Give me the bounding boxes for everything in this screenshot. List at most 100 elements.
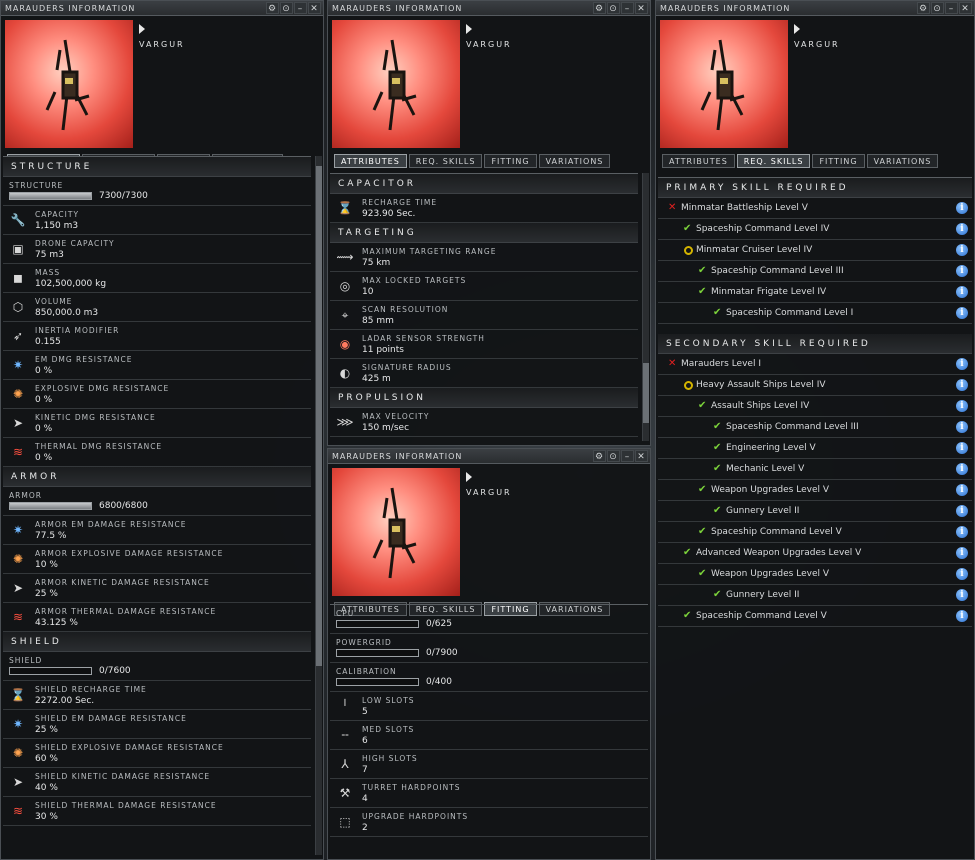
missing-skill-icon: ✕ [668,202,677,213]
info-window-attributes[interactable]: MARAUDERS INFORMATION ⚙⊙–✕ VARGURATTRIBUTE… [0,0,324,860]
attribute-value: 0 % [35,395,53,405]
info-icon[interactable]: i [956,484,968,496]
info-icon[interactable]: i [956,442,968,454]
skill-row[interactable]: ✔ Engineering Level V i [658,438,972,459]
info-icon[interactable]: i [956,307,968,319]
info-icon[interactable]: i [956,223,968,235]
skill-row[interactable]: ✔ Spaceship Command Level III i [658,261,972,282]
window-titlebar[interactable]: MARAUDERS INFORMATION ⚙ ⊙ – ✕ [656,1,974,16]
info-icon[interactable]: i [956,265,968,277]
minimize-icon[interactable]: – [945,2,958,14]
info-icon[interactable]: i [956,202,968,214]
attribute-row: ⚒ TURRET HARDPOINTS 4 [330,779,648,808]
explosive-resist-icon: ✺ [12,746,24,760]
fitting-list[interactable]: CPU 0/625 POWERGRID 0/7900 CALIBRATION 0/400 ╵… [330,604,648,857]
settings-icon[interactable]: ⚙ [593,2,606,14]
skill-row[interactable]: ✔ Weapon Upgrades Level V i [658,480,972,501]
tab-variations[interactable]: VARIATIONS [538,154,611,168]
minimize-icon[interactable]: – [621,450,634,462]
info-icon[interactable]: i [956,400,968,412]
info-icon[interactable]: i [956,547,968,559]
attribute-value: 11 points [362,345,404,355]
attribute-row: ◐ SIGNATURE RADIUS 425 m [330,359,638,388]
skill-row[interactable]: ✔ Spaceship Command Level V i [658,606,972,627]
info-icon[interactable]: i [956,568,968,580]
attribute-value: 2 [362,823,368,833]
tab-fitting[interactable]: FITTING [812,154,865,168]
show-info-arrow-icon[interactable] [139,24,145,34]
tab-req-skills[interactable]: REQ. SKILLS [736,154,811,168]
skill-row[interactable]: Minmatar Cruiser Level IV i [658,240,972,261]
skill-row[interactable]: ✔ Gunnery Level II i [658,501,972,522]
skill-row[interactable]: Heavy Assault Ships Level IV i [658,375,972,396]
tab-fitting[interactable]: FITTING [484,154,537,168]
info-icon[interactable]: i [956,358,968,370]
attribute-label: SCAN RESOLUTION [362,305,449,314]
minimize-icon[interactable]: – [294,2,307,14]
scroll-thumb[interactable] [316,166,322,666]
close-icon[interactable]: ✕ [635,450,648,462]
attribute-label: ARMOR KINETIC DAMAGE RESISTANCE [35,578,210,587]
skill-row[interactable]: ✕ Minmatar Battleship Level V i [658,198,972,219]
info-icon[interactable]: i [956,589,968,601]
skill-row[interactable]: ✔ Gunnery Level II i [658,585,972,606]
skill-row[interactable]: ✕ Marauders Level I i [658,354,972,375]
attributes-list[interactable]: CAPACITOR ⌛ RECHARGE TIME 923.90 Sec. TARGET… [330,173,638,443]
pin-icon[interactable]: ⊙ [607,2,620,14]
attribute-label: INERTIA MODIFIER [35,326,120,335]
skill-name: Spaceship Command Level V [696,611,827,621]
tab-req-skills[interactable]: REQ. SKILLS [408,154,483,168]
skill-row[interactable]: ✔ Assault Ships Level IV i [658,396,972,417]
skill-row[interactable]: ✔ Spaceship Command Level IV i [658,219,972,240]
settings-icon[interactable]: ⚙ [917,2,930,14]
skills-list[interactable]: PRIMARY SKILL REQUIRED ✕ Minmatar Battlesh… [658,177,972,857]
skill-row[interactable]: ✔ Minmatar Frigate Level IV i [658,282,972,303]
attribute-row: ✷ EM DMG RESISTANCE 0 % [3,351,311,380]
progress-bar [336,649,419,657]
info-icon[interactable]: i [956,379,968,391]
info-icon[interactable]: i [956,610,968,622]
info-icon[interactable]: i [956,244,968,256]
pin-icon[interactable]: ⊙ [607,450,620,462]
skill-row[interactable]: ✔ Weapon Upgrades Level V i [658,564,972,585]
pin-icon[interactable]: ⊙ [280,2,293,14]
minimize-icon[interactable]: – [621,2,634,14]
close-icon[interactable]: ✕ [635,2,648,14]
bar-value: 0/625 [426,619,452,629]
info-window-fitting[interactable]: MARAUDERS INFORMATION ⚙ ⊙ – ✕ VARGUR ATTRIBUTE… [327,448,651,860]
hourglass-icon: ⌛ [337,201,353,215]
info-window-skills[interactable]: MARAUDERS INFORMATION ⚙ ⊙ – ✕ VARGUR ATTRIBUTE… [655,0,975,860]
tab-attributes[interactable]: ATTRIBUTES [334,154,407,168]
pin-icon[interactable]: ⊙ [931,2,944,14]
attribute-value: 85 mm [362,316,394,326]
settings-icon[interactable]: ⚙ [266,2,279,14]
skill-row[interactable]: ✔ Spaceship Command Level V i [658,522,972,543]
window-titlebar[interactable]: MARAUDERS INFORMATION ⚙ ⊙ – ✕ [328,1,650,16]
show-info-arrow-icon[interactable] [466,472,472,482]
tab-attributes[interactable]: ATTRIBUTES [662,154,735,168]
close-icon[interactable]: ✕ [308,2,321,14]
tab-variations[interactable]: VARIATIONS [866,154,939,168]
window-titlebar[interactable]: MARAUDERS INFORMATION ⚙ ⊙ – ✕ [1,1,323,16]
window-titlebar[interactable]: MARAUDERS INFORMATION ⚙ ⊙ – ✕ [328,449,650,464]
show-info-arrow-icon[interactable] [466,24,472,34]
scrollbar[interactable] [642,173,649,441]
info-icon[interactable]: i [956,505,968,517]
scrollbar[interactable] [315,156,322,855]
scroll-thumb[interactable] [643,363,649,423]
skill-row[interactable]: ✔ Spaceship Command Level III i [658,417,972,438]
attribute-row: ⌛ RECHARGE TIME 923.90 Sec. [330,194,638,223]
info-icon[interactable]: i [956,463,968,475]
skill-row[interactable]: ✔ Spaceship Command Level I i [658,303,972,324]
skill-row[interactable]: ✔ Mechanic Level V i [658,459,972,480]
close-icon[interactable]: ✕ [959,2,972,14]
window-title: MARAUDERS INFORMATION [5,4,136,13]
settings-icon[interactable]: ⚙ [593,450,606,462]
attributes-list[interactable]: STRUCTURE STRUCTURE 7300/7300 🔧 CAPACITY 1,15… [3,156,311,857]
info-icon[interactable]: i [956,286,968,298]
info-icon[interactable]: i [956,526,968,538]
show-info-arrow-icon[interactable] [794,24,800,34]
skill-row[interactable]: ✔ Advanced Weapon Upgrades Level V i [658,543,972,564]
info-window-attributes-2[interactable]: MARAUDERS INFORMATION ⚙ ⊙ – ✕ VARGUR ATTRIBUTE… [327,0,651,446]
info-icon[interactable]: i [956,421,968,433]
